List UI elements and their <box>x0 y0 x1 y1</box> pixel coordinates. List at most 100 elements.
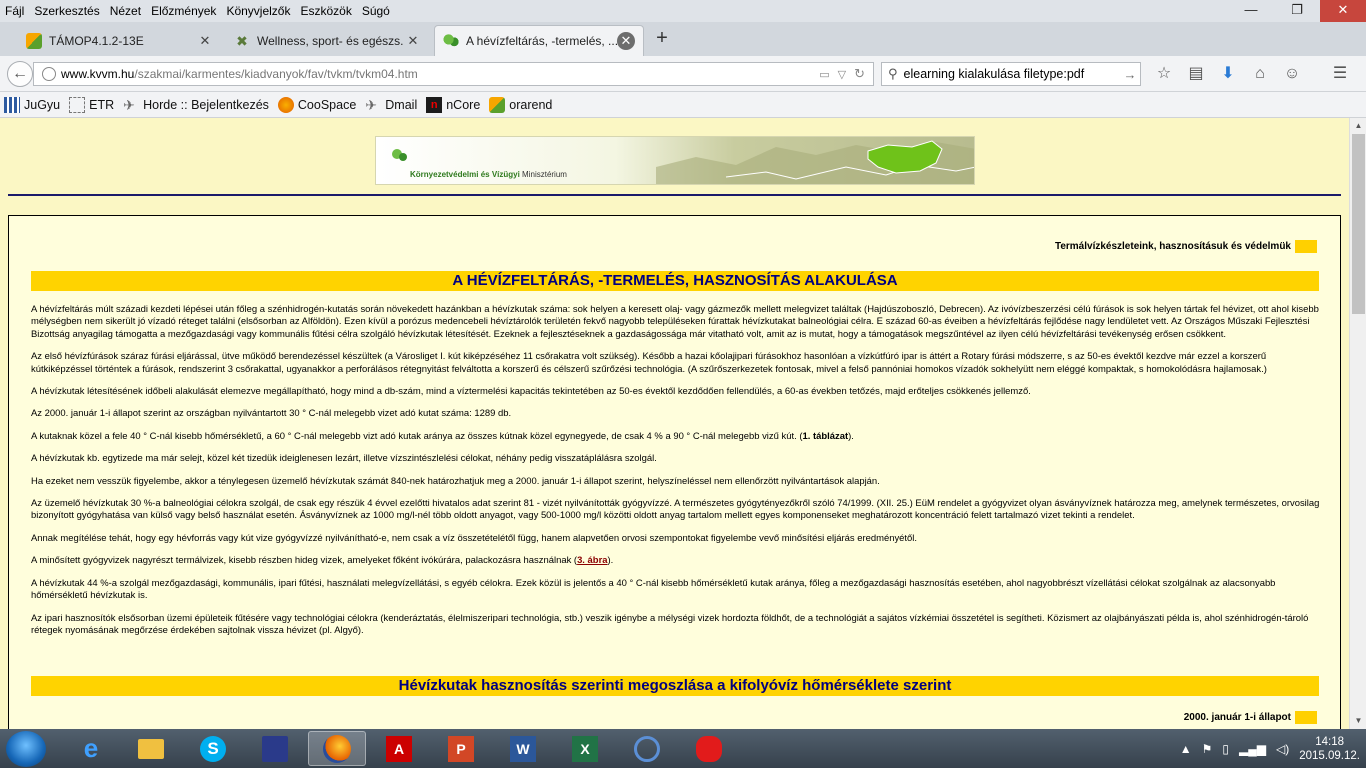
volume-icon[interactable]: ◁) <box>1276 742 1289 756</box>
menu-edit[interactable]: Szerkesztés <box>29 0 104 22</box>
page-title: A hévízfeltárás, -termelés, hasznosítás … <box>31 271 1319 291</box>
paragraph: A minősített gyógyvizek nagyrészt termál… <box>31 555 1321 567</box>
section-heading: Hévízkutak hasznosítás szerinti megoszlá… <box>31 676 1319 696</box>
back-arrow-icon: ← <box>12 65 28 82</box>
menu-view[interactable]: Nézet <box>105 0 146 22</box>
bookmark-label: nCore <box>446 97 481 112</box>
separator <box>1312 62 1320 86</box>
paragraph: Az ipari hasznosítók elsősorban üzemi ép… <box>31 612 1309 636</box>
article-body: A hévízfeltárás múlt századi kezdeti lép… <box>31 304 1321 647</box>
tab-hevizfeltaras[interactable]: A hévízfeltárás, -termelés, ... ✕ <box>434 25 644 56</box>
menu-file[interactable]: Fájl <box>0 0 29 22</box>
menu-history[interactable]: Előzmények <box>146 0 221 22</box>
bookmarks-toolbar: JuGyu ETR ✈ Horde :: Bejelentkezés CooSpa… <box>0 92 1366 118</box>
search-icon: ⚲ <box>888 66 898 81</box>
url-bar[interactable]: www.kvvm.hu/szakmai/karmentes/kiadvanyok… <box>33 62 874 86</box>
bookmark-label: Dmail <box>385 97 418 112</box>
tab-wellness[interactable]: ✖ Wellness, sport- és egészs... ✕ <box>226 25 430 56</box>
paragraph: Ha ezeket nem vesszük figyelembe, akkor … <box>31 475 880 487</box>
back-button[interactable]: ← <box>7 61 33 87</box>
firefox-icon[interactable] <box>308 731 366 766</box>
paint-icon[interactable] <box>680 731 738 766</box>
menu-hamburger-icon[interactable]: ☰ <box>1328 62 1352 86</box>
tab-label: A hévízfeltárás, -termelés, ... <box>466 34 617 48</box>
paragraph: A kutaknak közel a fele 40 ° C-nál kiseb… <box>31 431 1321 443</box>
pma-logo-icon <box>489 96 506 113</box>
search-go-icon[interactable]: → <box>1120 67 1140 82</box>
menu-bar: Fájl Szerkesztés Nézet Előzmények Könyvj… <box>0 0 1366 22</box>
bookmarks-list-icon[interactable]: ▤ <box>1184 62 1208 86</box>
bookmark-orarend[interactable]: orarend <box>489 96 552 113</box>
dropdown-icon[interactable]: ▽ <box>838 68 846 81</box>
horde-icon: ✈ <box>123 96 135 113</box>
ministry-name: Környezetvédelmi és Vízügyi Minisztérium <box>410 170 567 179</box>
home-icon[interactable]: ⌂ <box>1248 62 1272 86</box>
save-disk-icon[interactable] <box>246 731 304 766</box>
bookmark-ncore[interactable]: n nCore <box>426 96 481 113</box>
figure-link[interactable]: 3. ábra <box>577 555 607 566</box>
excel-icon[interactable]: X <box>556 731 614 766</box>
tools-icon: ✖ <box>236 32 248 49</box>
clock[interactable]: 14:18 2015.09.12. <box>1299 735 1360 763</box>
horde-icon: ✈ <box>365 96 378 113</box>
tab-tamop[interactable]: TÁMOP4.1.2-13E ✕ <box>18 25 222 56</box>
bookmark-star-icon[interactable]: ☆ <box>1152 62 1176 86</box>
skype-icon[interactable]: S <box>184 731 242 766</box>
window-controls: — ❐ ✕ <box>1228 0 1366 22</box>
bookmark-coospace[interactable]: CooSpace <box>277 96 357 113</box>
reload-icon[interactable]: ↻ <box>854 66 865 82</box>
close-window-button[interactable]: ✕ <box>1320 0 1366 22</box>
close-tab-icon[interactable]: ✕ <box>404 32 422 50</box>
paragraph: A hévízkutak 44 %-a szolgál mezőgazdaság… <box>31 577 1276 602</box>
tray-expand-icon[interactable]: ▲ <box>1180 742 1192 756</box>
scroll-thumb[interactable] <box>1352 134 1365 314</box>
internet-explorer-icon[interactable]: e <box>62 731 120 766</box>
paragraph: A hévízfeltárás múlt századi kezdeti lép… <box>31 304 1319 340</box>
close-tab-icon[interactable]: ✕ <box>196 32 214 50</box>
sync-icon[interactable] <box>618 731 676 766</box>
article-box: Termálvízkészleteink, hasznosításuk és v… <box>8 215 1341 729</box>
menu-bookmarks[interactable]: Könyvjelzők <box>221 0 295 22</box>
menu-tools[interactable]: Eszközök <box>295 0 356 22</box>
powerpoint-icon[interactable]: P <box>432 731 490 766</box>
new-tab-button[interactable]: + <box>650 26 674 52</box>
battery-icon[interactable]: ▯ <box>1222 742 1229 756</box>
ncore-icon: n <box>426 96 443 113</box>
file-explorer-icon[interactable] <box>122 731 180 766</box>
clock-time: 14:18 <box>1315 735 1344 748</box>
system-tray: ▲ ⚑ ▯ ▂▄▆ ◁) 14:18 2015.09.12. <box>1180 729 1360 768</box>
hello-icon[interactable]: ☺ <box>1280 62 1304 86</box>
breadcrumb-label: Termálvízkészleteink, hasznosításuk és v… <box>1054 241 1291 252</box>
scroll-up-icon[interactable]: ▲ <box>1350 118 1366 134</box>
scroll-down-icon[interactable]: ▼ <box>1350 713 1366 729</box>
word-icon[interactable]: W <box>494 731 552 766</box>
maximize-button[interactable]: ❐ <box>1274 0 1320 22</box>
paragraph: Annak megítélése tehát, hogy egy hévforr… <box>31 532 918 544</box>
paragraph-text: ). <box>848 430 854 442</box>
acrobat-icon[interactable]: A <box>370 731 428 766</box>
search-bar[interactable]: ⚲ → <box>881 62 1141 86</box>
downloads-icon[interactable]: ⬇ <box>1216 62 1240 86</box>
flag-icon[interactable]: ⚑ <box>1202 742 1213 756</box>
minimize-button[interactable]: — <box>1228 0 1274 22</box>
bookmark-label: CooSpace <box>297 97 357 112</box>
bookmark-horde[interactable]: ✈ Horde :: Bejelentkezés <box>123 97 269 113</box>
bookmark-jugyu[interactable]: JuGyu <box>4 96 60 113</box>
reader-view-icon[interactable]: ▭ <box>819 68 829 81</box>
ministry-banner: Környezetvédelmi és Vízügyi Minisztérium <box>375 136 975 185</box>
ministry-name-rest: Minisztérium <box>519 170 567 179</box>
network-icon[interactable]: ▂▄▆ <box>1239 742 1266 756</box>
close-tab-icon[interactable]: ✕ <box>617 32 635 50</box>
bookmark-dmail[interactable]: ✈ Dmail <box>365 97 417 113</box>
menu-help[interactable]: Súgó <box>357 0 395 22</box>
search-input[interactable] <box>903 67 1120 81</box>
section-breadcrumb[interactable]: Termálvízkészleteink, hasznosításuk és v… <box>1055 240 1317 253</box>
bookmark-label: ETR <box>89 97 115 112</box>
bookmark-etr[interactable]: ETR <box>69 96 115 113</box>
ministry-leaf-icon <box>443 33 459 49</box>
grid-icon <box>4 96 20 113</box>
vertical-scrollbar[interactable]: ▲ ▼ <box>1349 118 1366 729</box>
start-button[interactable] <box>6 731 46 767</box>
state-marker <box>1295 711 1317 724</box>
paragraph: Az üzemelő hévízkutak 30 %-a balneológia… <box>31 498 1320 522</box>
